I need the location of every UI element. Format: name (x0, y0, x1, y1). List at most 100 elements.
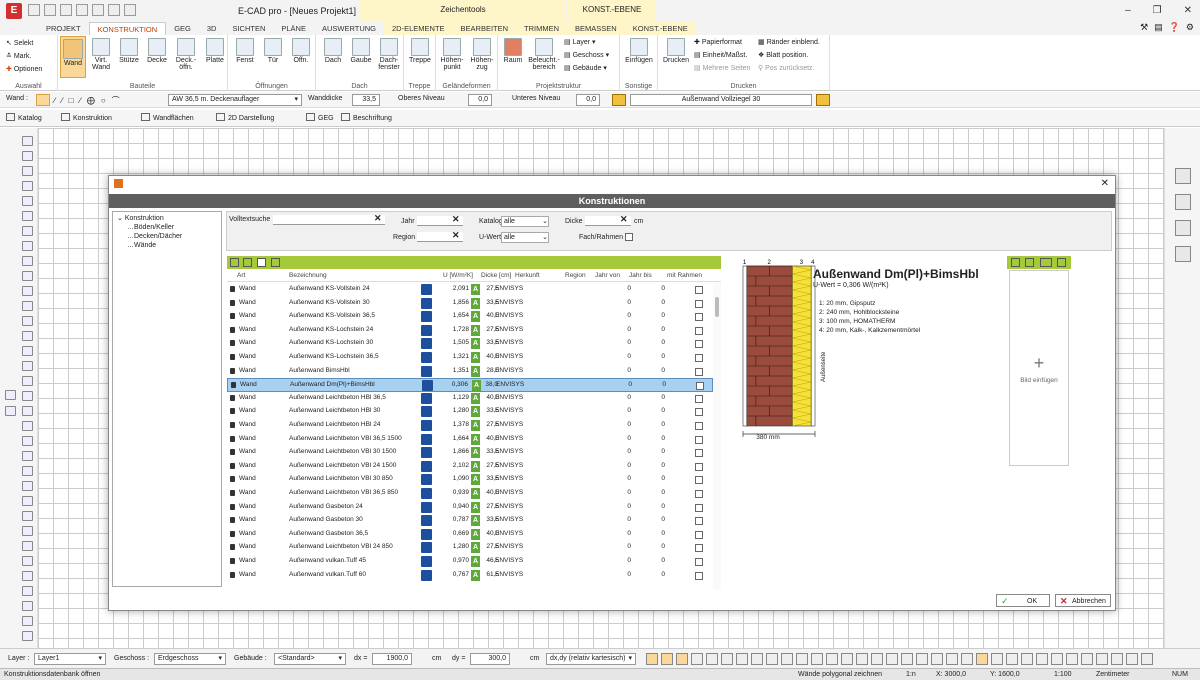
table-row[interactable]: Wand Außenwand KS-Lochstein 24 1,728 27,5 EN… (227, 324, 713, 338)
left-tool-icon[interactable] (22, 601, 33, 611)
chart-icon[interactable]: ▤ (1154, 22, 1163, 33)
snap-icon[interactable] (1126, 653, 1138, 665)
mit-rahmen-checkbox[interactable] (695, 476, 703, 485)
edit-icon[interactable] (421, 460, 432, 472)
image-sort-icon[interactable] (1040, 258, 1052, 267)
snap-icon[interactable] (961, 653, 973, 665)
side-tool-icon[interactable] (5, 390, 16, 400)
ribbon-tab-bemassen[interactable]: BEMASSEN (567, 22, 625, 35)
snap-icon[interactable] (976, 653, 988, 665)
tree-item-boeden[interactable]: …Böden/Keller (127, 224, 174, 231)
volltext-input[interactable] (273, 215, 385, 225)
mit-rahmen-checkbox[interactable] (695, 354, 703, 362)
dachfenster-button[interactable]: Dach- fenster (376, 36, 402, 71)
snap-icon[interactable] (871, 653, 883, 665)
mit-rahmen-checkbox[interactable] (695, 313, 703, 322)
edit-icon[interactable] (421, 311, 432, 323)
image-filter-icon[interactable] (1011, 258, 1020, 267)
left-tool-icon[interactable] (22, 556, 33, 566)
coord-mode-select[interactable]: dx,dy (relativ kartesisch) ▾ (546, 653, 636, 665)
clear-dicke-icon[interactable]: ✕ (620, 214, 628, 225)
settings-icon[interactable]: ⚙ (1186, 22, 1194, 33)
snap-icon[interactable] (1096, 653, 1108, 665)
mehrere-seiten-button[interactable]: ▤ Mehrere Seiten (694, 64, 750, 72)
drucken-button[interactable]: Drucken (661, 36, 691, 64)
copy-icon[interactable] (257, 258, 266, 267)
left-tool-icon[interactable] (22, 226, 33, 236)
ribbon-tab-projekt[interactable]: PROJEKT (38, 22, 89, 35)
left-tool-icon[interactable] (22, 511, 33, 521)
table-row[interactable]: Wand Außenwand Leichtbeton VBl 30 850 1,09… (227, 473, 713, 487)
table-row[interactable]: Wand Außenwand Leichtbeton HBl 30 1,280 33,… (227, 405, 713, 419)
list-scrollbar[interactable] (713, 283, 721, 589)
edit-icon[interactable] (421, 556, 432, 567)
ribbon-tab-auswertung[interactable]: AUSWERTUNG (314, 22, 384, 35)
mit-rahmen-checkbox[interactable] (695, 394, 703, 403)
table-row[interactable]: Wand Außenwand KS-Vollstein 24 2,091 27,5 EN… (227, 283, 713, 297)
gebaeude-select[interactable]: <Standard> ▾ (274, 653, 346, 665)
col-mit-rahmen[interactable]: mit Rahmen (667, 272, 702, 279)
dx-input[interactable]: 1900,0 (372, 653, 412, 665)
mit-rahmen-checkbox[interactable] (695, 326, 703, 335)
gaube-button[interactable]: Gaube (348, 36, 374, 64)
mit-rahmen-checkbox[interactable] (695, 558, 703, 566)
edit-icon[interactable] (421, 420, 432, 431)
help-icon[interactable]: ❓ (1169, 22, 1180, 33)
snap-icon[interactable] (886, 653, 898, 665)
view-tab-2[interactable]: Wandflächen (141, 113, 194, 122)
ribbon-tab-pl-ne[interactable]: PLÄNE (273, 22, 314, 35)
snap-icon[interactable] (1021, 653, 1033, 665)
mit-rahmen-checkbox[interactable] (695, 517, 703, 526)
snap-icon[interactable] (766, 653, 778, 665)
mark-button[interactable]: ≛ Mark. (6, 52, 31, 60)
mit-rahmen-checkbox[interactable] (695, 435, 703, 444)
clear-volltext-icon[interactable]: ✕ (374, 213, 382, 224)
sort-icon[interactable] (243, 258, 252, 267)
virt-wand-button[interactable]: Virt. Wand (88, 36, 114, 71)
minimize-icon[interactable]: – (1125, 5, 1131, 16)
edit-icon[interactable] (421, 501, 432, 513)
col-herkunft[interactable]: Herkunft (515, 272, 540, 279)
fach-rahmen-checkbox[interactable] (625, 233, 633, 241)
mit-rahmen-checkbox[interactable] (695, 422, 703, 430)
material-field[interactable]: Außenwand Vollziegel 30 (630, 94, 812, 106)
dy-input[interactable]: 300,0 (470, 653, 510, 665)
table-row[interactable]: Wand Außenwand BimsHbl 1,351 28,0 ENVISYS A 0 0 (227, 365, 713, 379)
blatt-position-button[interactable]: ❖ Blatt position. (758, 51, 808, 59)
stuetze-button[interactable]: Stütze (116, 36, 142, 64)
dialog-close-icon[interactable]: ✕ (1101, 178, 1109, 189)
table-row[interactable]: Wand Außenwand KS-Lochstein 30 1,505 33,5 EN… (227, 337, 713, 351)
table-row[interactable]: Wand Außenwand Leichtbeton VBl 36,5 1500 1… (227, 433, 713, 447)
image-edit-icon[interactable] (1025, 258, 1034, 267)
left-tool-icon[interactable] (22, 526, 33, 536)
snap-icon[interactable] (676, 653, 688, 665)
table-row[interactable]: Wand Außenwand Gasbeton 24 0,940 27,5 ENVISY… (227, 501, 713, 515)
table-row[interactable]: Wand Außenwand Leichtbeton VBl 24 850 1,28… (227, 541, 713, 555)
table-row[interactable]: Wand Außenwand vulkan.Tuff 45 0,970 46,5 ENV… (227, 555, 713, 569)
left-tool-icon[interactable] (22, 496, 33, 506)
ribbon-tab-geg[interactable]: GEG (166, 22, 199, 35)
edit-icon[interactable] (421, 297, 432, 309)
treppe-button[interactable]: Treppe (407, 36, 433, 64)
ribbon-tab-konstruktion[interactable]: KONSTRUKTION (88, 22, 167, 35)
ok-button[interactable]: ✓ OK (996, 594, 1050, 607)
material-db-icon[interactable] (816, 94, 830, 106)
gebaeude-button[interactable]: ▤ Gebäude ▾ (564, 64, 607, 72)
new-file-icon[interactable] (28, 4, 40, 16)
snap-icon[interactable] (901, 653, 913, 665)
edit-icon[interactable] (421, 474, 432, 486)
table-row[interactable]: Wand Außenwand KS-Vollstein 36,5 1,654 40,0… (227, 310, 713, 324)
undo-icon[interactable] (60, 4, 72, 16)
wand-button[interactable]: Wand (60, 36, 86, 78)
snap-icon[interactable] (721, 653, 733, 665)
col-region[interactable]: Region (565, 272, 586, 279)
left-tool-icon[interactable] (22, 241, 33, 251)
table-row[interactable]: Wand Außenwand KS-Lochstein 36,5 1,321 40,0… (227, 351, 713, 365)
edit-icon[interactable] (421, 338, 432, 350)
snap-icon[interactable] (1066, 653, 1078, 665)
col-jahr-von[interactable]: Jahr von (595, 272, 620, 279)
edit-icon[interactable] (421, 324, 432, 336)
left-tool-icon[interactable] (22, 436, 33, 446)
edit-icon[interactable] (421, 447, 432, 459)
polyline-mode-icon[interactable] (36, 94, 50, 106)
